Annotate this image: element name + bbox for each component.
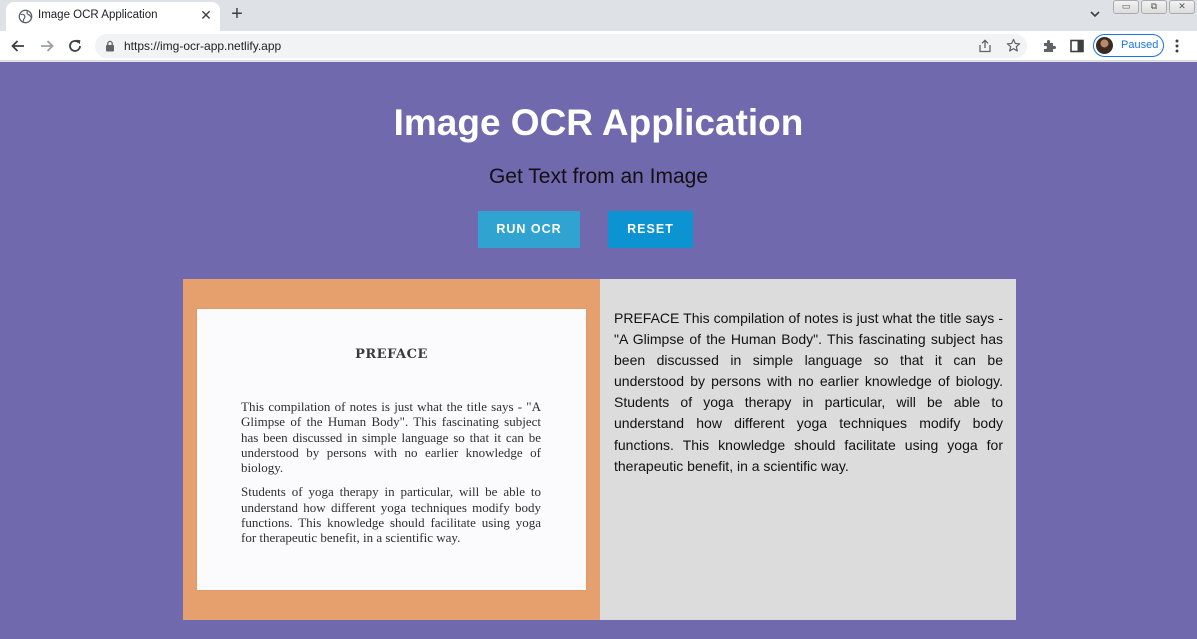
share-icon[interactable] [978, 39, 992, 53]
uploaded-image: PREFACE This compilation of notes is jus… [197, 309, 586, 590]
image-paragraph: This compilation of notes is just what t… [241, 399, 541, 476]
browser-toolbar: https://img-ocr-app.netlify.app Paused [0, 31, 1197, 61]
page-subtitle: Get Text from an Image [488, 165, 709, 188]
star-icon[interactable] [1006, 38, 1021, 53]
page-body: Image OCR Application Get Text from an I… [0, 62, 1197, 639]
profile-status: Paused [1121, 39, 1159, 51]
browser-tab[interactable]: Image OCR Application ✕ [6, 2, 220, 31]
lock-icon[interactable] [104, 40, 116, 52]
browser-tab-strip: Image OCR Application ✕ + ▭ ⧉ ✕ [0, 0, 1197, 31]
kebab-menu-icon[interactable] [1175, 39, 1179, 53]
profile-button[interactable]: Paused [1093, 34, 1164, 57]
ocr-result-text: PREFACE This compilation of notes is jus… [614, 310, 1003, 474]
forward-arrow-icon[interactable] [38, 37, 56, 55]
side-panel-icon[interactable] [1069, 38, 1085, 54]
image-heading: PREFACE [355, 347, 428, 362]
run-ocr-button[interactable]: RUN OCR [478, 211, 580, 248]
close-window-button[interactable]: ✕ [1169, 0, 1195, 14]
minimize-button[interactable]: ▭ [1113, 0, 1139, 14]
window-controls: ▭ ⧉ ✕ [1113, 0, 1195, 16]
restore-button[interactable]: ⧉ [1141, 0, 1167, 14]
close-icon[interactable]: ✕ [199, 8, 213, 22]
avatar [1096, 37, 1113, 54]
plus-icon[interactable]: + [229, 4, 245, 24]
image-paragraph: Students of yoga therapy in particular, … [241, 484, 541, 546]
back-arrow-icon[interactable] [9, 37, 27, 55]
globe-icon [18, 9, 33, 24]
image-panel: PREFACE This compilation of notes is jus… [183, 279, 600, 620]
address-bar[interactable]: https://img-ocr-app.netlify.app [95, 34, 1027, 58]
reload-icon[interactable] [66, 37, 84, 55]
tab-title: Image OCR Application [38, 9, 158, 21]
reset-button[interactable]: RESET [608, 211, 693, 248]
chevron-down-icon[interactable] [1088, 7, 1102, 21]
puzzle-icon[interactable] [1041, 38, 1057, 54]
page-title: Image OCR Application [393, 102, 804, 143]
image-body: This compilation of notes is just what t… [241, 399, 541, 546]
url-text[interactable]: https://img-ocr-app.netlify.app [124, 39, 281, 53]
ocr-result-panel: PREFACE This compilation of notes is jus… [600, 279, 1016, 620]
